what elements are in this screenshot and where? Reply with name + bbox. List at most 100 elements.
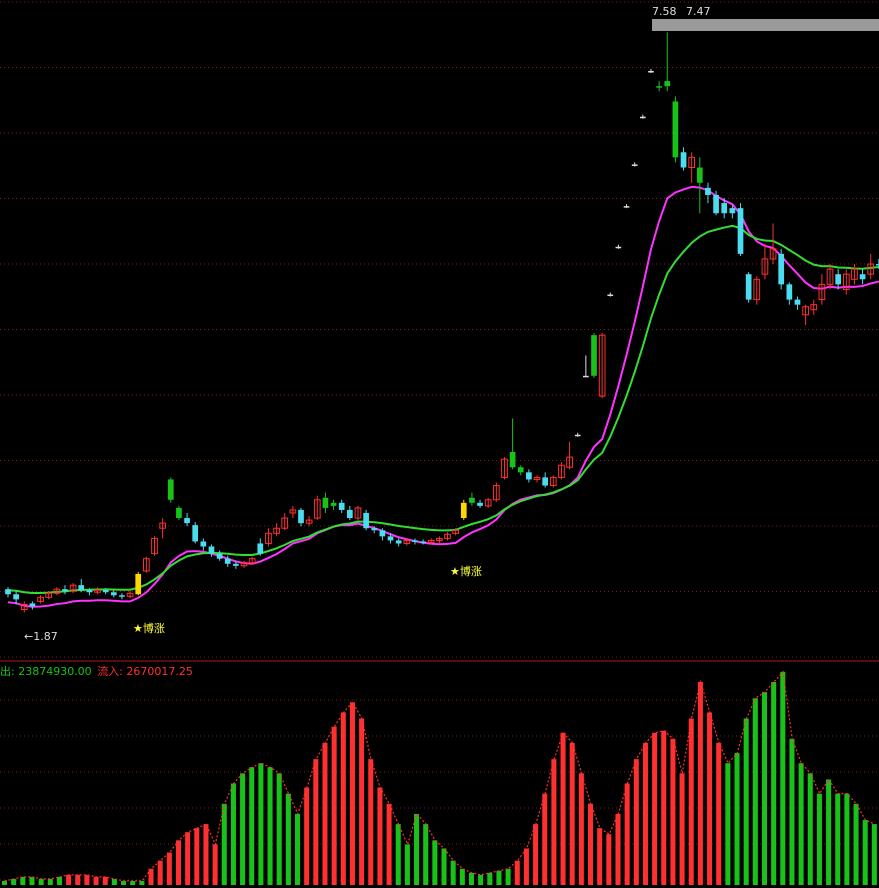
flow-bar [652,732,658,885]
flow-bar [642,742,648,885]
flow-bar [313,759,319,885]
flow-bar [175,840,182,885]
flow-bar [349,702,355,885]
candle-body [102,590,109,593]
flow-bar [798,763,804,885]
flow-bar [157,860,163,885]
flow-bar [432,840,438,885]
candle-body [216,553,223,559]
flow-bar [340,712,346,885]
flow-bar [377,787,383,885]
candle-body [13,594,19,600]
flow-bar [20,876,26,885]
candle-body [680,152,687,168]
flow-bar [588,803,594,885]
candle-body [110,592,117,596]
flow-bar [505,868,511,885]
flow-bar [734,753,740,885]
flow-bar [542,793,548,885]
candle-body [257,543,264,554]
candle-body [639,116,646,119]
candle-body [460,502,467,519]
candle-body [167,479,174,500]
candle-body [322,497,329,508]
flow-bar [139,880,145,885]
candle-body [607,294,614,297]
flow-bar [670,738,676,885]
flow-bar [38,878,44,885]
flow-bar [496,870,502,885]
flow-bar [450,860,456,885]
flow-bar [761,692,768,885]
flow-bar [423,824,429,885]
flow-bar [386,803,392,885]
inflow-label: 流入: 2670017.25 [97,665,193,678]
flow-bar [569,742,575,885]
flow-bar [633,759,639,885]
flow-bar [771,682,777,885]
candle-body [176,507,182,519]
flow-bar [523,848,529,885]
candle-body [664,81,671,87]
flow-bar [267,767,273,885]
candle-body [233,563,239,566]
candle-body [737,208,744,254]
high-price-label-2: 7.47 [686,5,711,18]
flow-bar [468,872,475,885]
candle-body [395,540,402,544]
flow-bar [871,824,877,885]
flow-bar [359,718,365,885]
candle-body [672,101,679,158]
outflow-label: 出: 23874930.00 [0,665,92,678]
candle-body [745,274,752,300]
flow-bar [203,824,209,885]
flow-bar [93,876,99,885]
flow-bar [75,874,81,885]
candle-body [119,595,125,597]
candle-body [338,502,345,510]
flow-bar [276,773,282,885]
candle-body [330,502,337,506]
candle-body [298,509,304,524]
flow-bar [578,773,584,885]
flow-bar [249,767,255,885]
star-signal-1: ★博涨 [133,622,165,635]
flow-bar [130,880,136,885]
candle-body [631,164,638,166]
candle-body [729,208,736,214]
candle-body [469,497,475,503]
flow-bar [441,848,447,885]
candle-body [477,502,483,506]
flow-bar [221,803,227,885]
candle-body [192,525,199,542]
annotations: ←1.87 7.58 7.47 ★博涨 ★博涨 [24,5,711,643]
flow-bar [789,738,795,885]
candle-body [583,375,589,378]
flow-bar [295,813,301,885]
candle-body [86,590,93,593]
flow-bar [697,682,703,885]
candle-body [859,274,866,280]
price-bands [7,185,879,608]
candle-body [721,203,728,214]
flow-bar [560,732,566,885]
candle-body [379,530,386,537]
flow-bar [716,742,722,885]
flow-bar [826,779,832,885]
candle-body [371,528,378,531]
candle-body [526,472,532,480]
flow-bar [121,880,127,885]
candle-body [574,434,581,437]
flow-bar [56,876,62,885]
star-signal-2: ★博涨 [450,565,482,578]
flow-bar [606,834,612,885]
flow-bar [752,698,758,885]
flow-bar [47,878,53,885]
candle-body [696,167,703,183]
flow-bar [404,844,410,885]
flow-bar [240,773,246,885]
candle-body [509,452,516,468]
flow-info-line: 出: 23874930.00 流入: 2670017.25 [0,663,195,679]
flow-bar [66,874,72,885]
candle-body [208,546,215,554]
